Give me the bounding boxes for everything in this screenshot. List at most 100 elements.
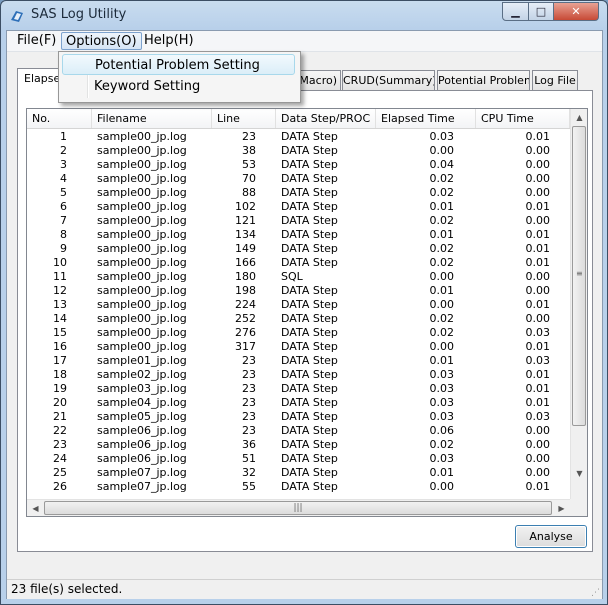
menu-help[interactable]: Help(H) (140, 32, 198, 50)
cell-filename: sample00_jp.log (97, 340, 187, 353)
cell-line: 53 (242, 158, 256, 171)
cell-cpu: 0.01 (525, 242, 551, 255)
column-header-step[interactable]: Data Step/PROC (276, 109, 376, 128)
cell-step: DATA Step (281, 494, 376, 496)
menu-file[interactable]: File(F) (13, 32, 60, 50)
cell-no: 12 (53, 284, 67, 297)
table-row[interactable]: 18 sample02_jp.log 23 DATA Step 0.03 0.01 (27, 368, 570, 382)
cell-filename: sample06_jp.log (97, 424, 187, 437)
table-row[interactable]: 22 sample06_jp.log 23 DATA Step 0.06 0.00 (27, 424, 570, 438)
tab-crud-summary[interactable]: CRUD(Summary) (342, 70, 435, 90)
cell-line: 23 (242, 382, 256, 395)
analyse-button[interactable]: Analyse (515, 525, 587, 548)
resize-grip-icon[interactable]: ⋰ (591, 588, 600, 598)
vertical-scrollbar[interactable]: ▲ ≡ ▼ (570, 109, 587, 499)
table-row[interactable]: 6 sample00_jp.log 102 DATA Step 0.01 0.01 (27, 200, 570, 214)
cell-line: 23 (242, 410, 256, 423)
cell-line: 224 (235, 298, 256, 311)
table-row[interactable]: 13 sample00_jp.log 224 DATA Step 0.00 0.01 (27, 298, 570, 312)
table-row[interactable]: 9 sample00_jp.log 149 DATA Step 0.02 0.01 (27, 242, 570, 256)
title-bar[interactable]: SAS Log Utility ▁ □ ✕ (1, 1, 607, 31)
scroll-right-icon[interactable]: ▶ (553, 500, 570, 516)
scroll-down-icon[interactable]: ▼ (571, 465, 587, 482)
column-header-no[interactable]: No. (27, 109, 92, 128)
horizontal-scroll-thumb[interactable]: ||| (44, 501, 552, 515)
column-header-line[interactable]: Line (212, 109, 276, 128)
menu-options[interactable]: Options(O) (61, 32, 142, 50)
menu-item-keyword-setting[interactable]: Keyword Setting (62, 76, 295, 97)
cell-no: 8 (60, 228, 67, 241)
cell-elapsed: 0.03 (429, 130, 455, 143)
table-row[interactable]: 27 sample08_jp.log26 DATA Step0.03 0.01 (27, 494, 570, 496)
cell-cpu: 0.00 (525, 214, 551, 227)
maximize-button[interactable]: □ (528, 2, 554, 21)
cell-step: DATA Step (281, 340, 338, 353)
menu-item-potential-problem-setting[interactable]: Potential Problem Setting (62, 54, 295, 75)
table-row[interactable]: 25 sample07_jp.log 32 DATA Step 0.01 0.00 (27, 466, 570, 480)
table-row[interactable]: 14 sample00_jp.log 252 DATA Step 0.02 0.00 (27, 312, 570, 326)
table-row[interactable]: 11 sample00_jp.log 180 SQL 0.00 0.00 (27, 270, 570, 284)
table-row[interactable]: 1 sample00_jp.log 23 DATA Step 0.03 0.01 (27, 130, 570, 144)
cell-no: 24 (53, 452, 67, 465)
table-row[interactable]: 17 sample01_jp.log 23 DATA Step 0.01 0.03 (27, 354, 570, 368)
table-row[interactable]: 8 sample00_jp.log 134 DATA Step 0.01 0.01 (27, 228, 570, 242)
cell-step: SQL (281, 270, 303, 283)
cell-no: 19 (53, 382, 67, 395)
table-row[interactable]: 3 sample00_jp.log 53 DATA Step 0.04 0.00 (27, 158, 570, 172)
table-row[interactable]: 26 sample07_jp.log 55 DATA Step 0.00 0.01 (27, 480, 570, 494)
cell-step: DATA Step (281, 130, 338, 143)
cell-no: 17 (53, 354, 67, 367)
tab-potential-problem[interactable]: Potential Problem (437, 70, 530, 90)
cell-step: DATA Step (281, 144, 338, 157)
vertical-scroll-thumb[interactable]: ≡ (572, 126, 586, 426)
client-area: File(F) Options(O) Help(H) Elapsed (Macr… (6, 30, 603, 599)
minimize-button[interactable]: ▁ (502, 2, 529, 21)
results-table: No. Filename Line Data Step/PROC Elapsed… (26, 108, 588, 517)
cell-cpu: 0.01 (525, 396, 551, 409)
cell-filename: sample00_jp.log (97, 312, 187, 325)
table-row[interactable]: 24 sample06_jp.log 51 DATA Step 0.03 0.00 (27, 452, 570, 466)
cell-elapsed: 0.02 (429, 256, 455, 269)
cell-no: 16 (53, 340, 67, 353)
table-row[interactable]: 7 sample00_jp.log 121 DATA Step 0.02 0.00 (27, 214, 570, 228)
table-row[interactable]: 15 sample00_jp.log 276 DATA Step 0.02 0.03 (27, 326, 570, 340)
cell-cpu: 0.01 (525, 130, 551, 143)
cell-cpu: 0.03 (525, 326, 551, 339)
grip-icon: ≡ (576, 269, 583, 278)
table-row[interactable]: 2 sample00_jp.log 38 DATA Step 0.00 0.00 (27, 144, 570, 158)
cell-no: 13 (53, 298, 67, 311)
table-row[interactable]: 16 sample00_jp.log 317 DATA Step 0.00 0.01 (27, 340, 570, 354)
tab-log-file[interactable]: Log File (532, 70, 578, 90)
cell-step: DATA Step (281, 284, 338, 297)
status-text: 23 file(s) selected. (11, 582, 123, 596)
table-row[interactable]: 12 sample00_jp.log 198 DATA Step 0.01 0.00 (27, 284, 570, 298)
scroll-left-icon[interactable]: ◀ (27, 500, 44, 516)
table-row[interactable]: 20 sample04_jp.log 23 DATA Step 0.03 0.01 (27, 396, 570, 410)
cell-step: DATA Step (281, 424, 338, 437)
table-row[interactable]: 21 sample05_jp.log 23 DATA Step 0.03 0.03 (27, 410, 570, 424)
cell-cpu: 0.00 (525, 438, 551, 451)
table-body: 1 sample00_jp.log 23 DATA Step 0.03 0.01 2 samp… (27, 128, 570, 496)
scroll-up-icon[interactable]: ▲ (571, 109, 587, 126)
cell-step: DATA Step (281, 466, 338, 479)
cell-elapsed: 0.01 (429, 354, 455, 367)
table-row[interactable]: 4 sample00_jp.log 70 DATA Step 0.02 0.00 (27, 172, 570, 186)
cell-step: DATA Step (281, 368, 338, 381)
cell-step: DATA Step (281, 480, 338, 493)
cell-step: DATA Step (281, 382, 338, 395)
table-row[interactable]: 5 sample00_jp.log 88 DATA Step 0.02 0.00 (27, 186, 570, 200)
cell-line: 198 (235, 284, 256, 297)
table-row[interactable]: 23 sample06_jp.log 36 DATA Step 0.02 0.00 (27, 438, 570, 452)
column-header-elapsed[interactable]: Elapsed Time (376, 109, 476, 128)
close-button[interactable]: ✕ (553, 2, 599, 21)
table-row[interactable]: 10 sample00_jp.log 166 DATA Step 0.02 0.01 (27, 256, 570, 270)
table-row[interactable]: 19 sample03_jp.log 23 DATA Step 0.03 0.01 (27, 382, 570, 396)
column-header-cpu[interactable]: CPU Time (476, 109, 570, 128)
cell-cpu: 0.01 (476, 494, 551, 496)
status-bar: 23 file(s) selected. ⋰ (7, 579, 602, 599)
horizontal-scrollbar[interactable]: ◀ ||| ▶ (27, 499, 570, 516)
cell-step: DATA Step (281, 256, 338, 269)
cell-elapsed: 0.03 (376, 494, 455, 496)
cell-elapsed: 0.02 (429, 214, 455, 227)
column-header-filename[interactable]: Filename (92, 109, 212, 128)
